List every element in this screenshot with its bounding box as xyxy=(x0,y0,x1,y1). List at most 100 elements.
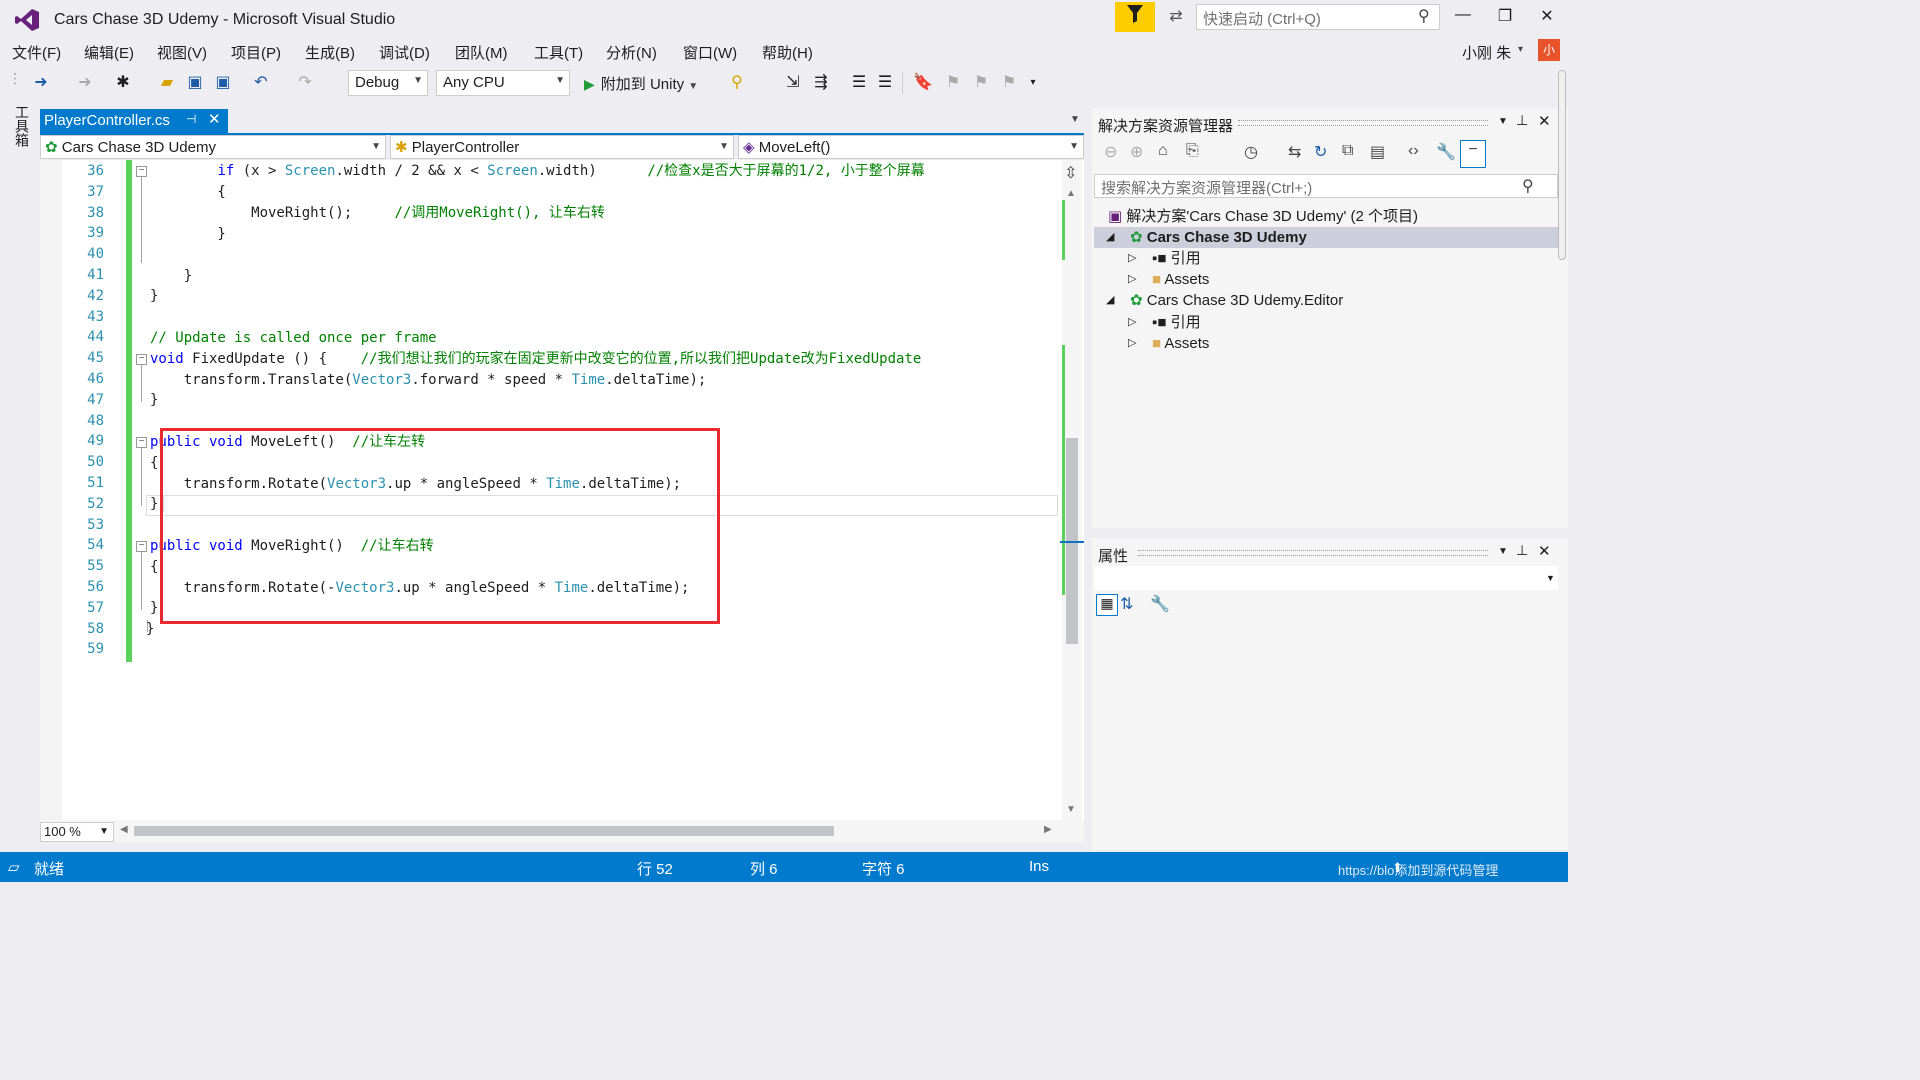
menu-debug[interactable]: 调试(D) xyxy=(379,42,430,63)
menu-team[interactable]: 团队(M) xyxy=(455,42,508,63)
tree-assets-1[interactable]: ■ Assets xyxy=(1152,269,1209,290)
tree-project-editor[interactable]: ✿ Cars Chase 3D Udemy.Editor xyxy=(1130,290,1343,311)
se-forward-icon[interactable]: ⊕ xyxy=(1130,142,1143,162)
feedback-icon[interactable]: ⇄ xyxy=(1163,6,1189,28)
pending-changes-filter-icon[interactable]: ◷ xyxy=(1244,142,1258,162)
fold-toggle[interactable]: − xyxy=(136,166,147,177)
properties-wrench-icon[interactable]: 🔧 xyxy=(1436,142,1456,162)
switch-views-icon[interactable]: ⎘ xyxy=(1186,142,1199,160)
scroll-left-icon[interactable]: ◀ xyxy=(120,824,128,835)
show-all-files-icon[interactable]: ▤ xyxy=(1370,142,1385,162)
tree-solution[interactable]: ▣ 解决方案'Cars Chase 3D Udemy' (2 个项目) xyxy=(1108,206,1418,227)
expand-arrow-icon[interactable]: ◢ xyxy=(1106,227,1114,248)
auto-hide-pin-icon[interactable]: ⊥ xyxy=(1516,112,1528,129)
menu-analyze[interactable]: 分析(N) xyxy=(606,42,657,63)
scroll-up-icon[interactable]: ▲ xyxy=(1066,188,1076,199)
pin-icon[interactable]: ⊣ xyxy=(186,112,196,126)
se-back-icon[interactable]: ⊖ xyxy=(1104,142,1117,162)
avatar[interactable]: 小 xyxy=(1538,39,1560,61)
maximize-button[interactable]: ❐ xyxy=(1490,6,1520,28)
project-navbar[interactable]: ✿ Cars Chase 3D Udemy ▼ xyxy=(40,135,386,159)
collapse-all-icon[interactable]: ⧉ xyxy=(1342,142,1353,160)
user-dropdown-icon[interactable]: ▾ xyxy=(1518,44,1523,55)
save-icon[interactable]: ▣ xyxy=(184,72,206,94)
platform-select[interactable]: Any CPU ▼ xyxy=(436,70,570,96)
se-search-icon[interactable]: ⚲ xyxy=(1522,176,1534,196)
panel-close-icon[interactable]: ✕ xyxy=(1538,542,1551,560)
toolbar-overflow-icon[interactable]: ▾ xyxy=(1022,72,1044,94)
redo-icon[interactable]: ↷ xyxy=(294,72,316,94)
menu-help[interactable]: 帮助(H) xyxy=(762,42,813,63)
menu-edit[interactable]: 编辑(E) xyxy=(84,42,134,63)
outer-scrollbar[interactable] xyxy=(1558,70,1566,260)
horizontal-scroll-thumb[interactable] xyxy=(134,826,834,836)
menu-project[interactable]: 项目(P) xyxy=(231,42,281,63)
menu-view[interactable]: 视图(V) xyxy=(157,42,207,63)
forward-icon[interactable]: ➜ xyxy=(74,72,96,94)
split-window-icon[interactable]: ⇳ xyxy=(1064,163,1077,183)
quick-launch-input[interactable]: 快速启动 (Ctrl+Q) xyxy=(1196,4,1440,30)
expand-arrow-icon[interactable]: ◢ xyxy=(1106,290,1114,311)
preview-selected-items-icon[interactable]: − xyxy=(1460,140,1486,168)
collapse-arrow-icon[interactable]: ▷ xyxy=(1128,312,1136,333)
toolbox-tab[interactable]: 工具箱 xyxy=(8,105,32,165)
property-pages-icon[interactable]: 🔧 xyxy=(1150,594,1170,614)
prev-bookmark-icon[interactable]: ⚑ xyxy=(942,72,964,94)
tab-player-controller[interactable]: PlayerController.cs ⊣ ✕ xyxy=(40,109,228,133)
refresh-icon[interactable]: ↻ xyxy=(1314,142,1327,162)
minimize-button[interactable]: — xyxy=(1448,6,1478,28)
collapse-arrow-icon[interactable]: ▷ xyxy=(1128,269,1136,290)
next-bookmark-icon[interactable]: ⚑ xyxy=(970,72,992,94)
open-file-icon[interactable]: ▰ xyxy=(156,72,178,94)
menu-file[interactable]: 文件(F) xyxy=(12,42,61,63)
attach-unity-button[interactable]: ▶ 附加到 Unity ▼ xyxy=(584,73,698,94)
properties-object-select[interactable] xyxy=(1094,566,1558,590)
home-icon[interactable]: ⌂ xyxy=(1158,142,1168,160)
indent-icon[interactable]: ☰ xyxy=(874,72,896,94)
sync-active-document-icon[interactable]: ⇆ xyxy=(1288,142,1301,162)
panel-close-icon[interactable]: ✕ xyxy=(1538,112,1551,130)
scroll-down-icon[interactable]: ▼ xyxy=(1066,804,1076,815)
new-project-icon[interactable]: ✱ xyxy=(112,72,134,94)
menu-build[interactable]: 生成(B) xyxy=(305,42,355,63)
save-all-icon[interactable]: ▣ xyxy=(212,72,234,94)
class-navbar[interactable]: ✱ PlayerController ▼ xyxy=(390,135,734,159)
find-in-files-icon[interactable]: ⚲ xyxy=(726,72,748,94)
menu-window[interactable]: 窗口(W) xyxy=(683,42,737,63)
tab-list-dropdown-icon[interactable]: ▼ xyxy=(1070,114,1080,125)
menu-tools[interactable]: 工具(T) xyxy=(534,42,583,63)
undo-icon[interactable]: ↶ xyxy=(250,72,272,94)
outdent-icon[interactable]: ☰ xyxy=(848,72,870,94)
close-window-button[interactable]: ✕ xyxy=(1532,6,1562,28)
add-to-source-control[interactable]: https://blo添加到源代码管理 xyxy=(1338,860,1498,879)
tree-project-main[interactable]: ✿ Cars Chase 3D Udemy xyxy=(1130,227,1307,248)
bookmark-icon[interactable]: 🔖 xyxy=(912,72,934,94)
search-icon[interactable]: ⚲ xyxy=(1418,6,1430,26)
back-icon[interactable]: ➜ xyxy=(30,72,52,94)
close-icon[interactable]: ✕ xyxy=(208,110,221,128)
auto-hide-pin-icon[interactable]: ⊥ xyxy=(1516,542,1528,559)
alphabetical-icon[interactable]: ⇅ xyxy=(1120,594,1133,614)
fold-toggle[interactable]: − xyxy=(136,437,147,448)
notification-filter-icon[interactable] xyxy=(1115,2,1155,32)
chevron-down-icon[interactable]: ▼ xyxy=(1546,573,1555,583)
zoom-select[interactable]: 100 % ▼ xyxy=(40,822,114,842)
step-over-icon[interactable]: ⇶ xyxy=(810,72,832,94)
step-into-icon[interactable]: ⇲ xyxy=(782,72,804,94)
scroll-right-icon[interactable]: ▶ xyxy=(1044,824,1052,835)
configuration-select[interactable]: Debug ▼ xyxy=(348,70,428,96)
collapse-arrow-icon[interactable]: ▷ xyxy=(1128,248,1136,269)
tree-assets-2[interactable]: ■ Assets xyxy=(1152,333,1209,354)
clear-bookmarks-icon[interactable]: ⚑ xyxy=(998,72,1020,94)
tree-references-1[interactable]: ▪■ 引用 xyxy=(1152,248,1201,269)
collapse-arrow-icon[interactable]: ▷ xyxy=(1128,333,1136,354)
fold-toggle[interactable]: − xyxy=(136,541,147,552)
solution-search-input[interactable]: 搜索解决方案资源管理器(Ctrl+;) xyxy=(1094,174,1558,198)
user-name[interactable]: 小刚 朱 xyxy=(1462,42,1511,63)
view-code-icon[interactable]: ‹› xyxy=(1408,142,1419,160)
fold-toggle[interactable]: − xyxy=(136,354,147,365)
panel-menu-icon[interactable]: ▼ xyxy=(1498,546,1508,557)
categorized-icon[interactable]: ▦ xyxy=(1096,594,1118,616)
member-navbar[interactable]: ◈ MoveLeft() ▼ xyxy=(738,135,1084,159)
tree-references-2[interactable]: ▪■ 引用 xyxy=(1152,312,1201,333)
